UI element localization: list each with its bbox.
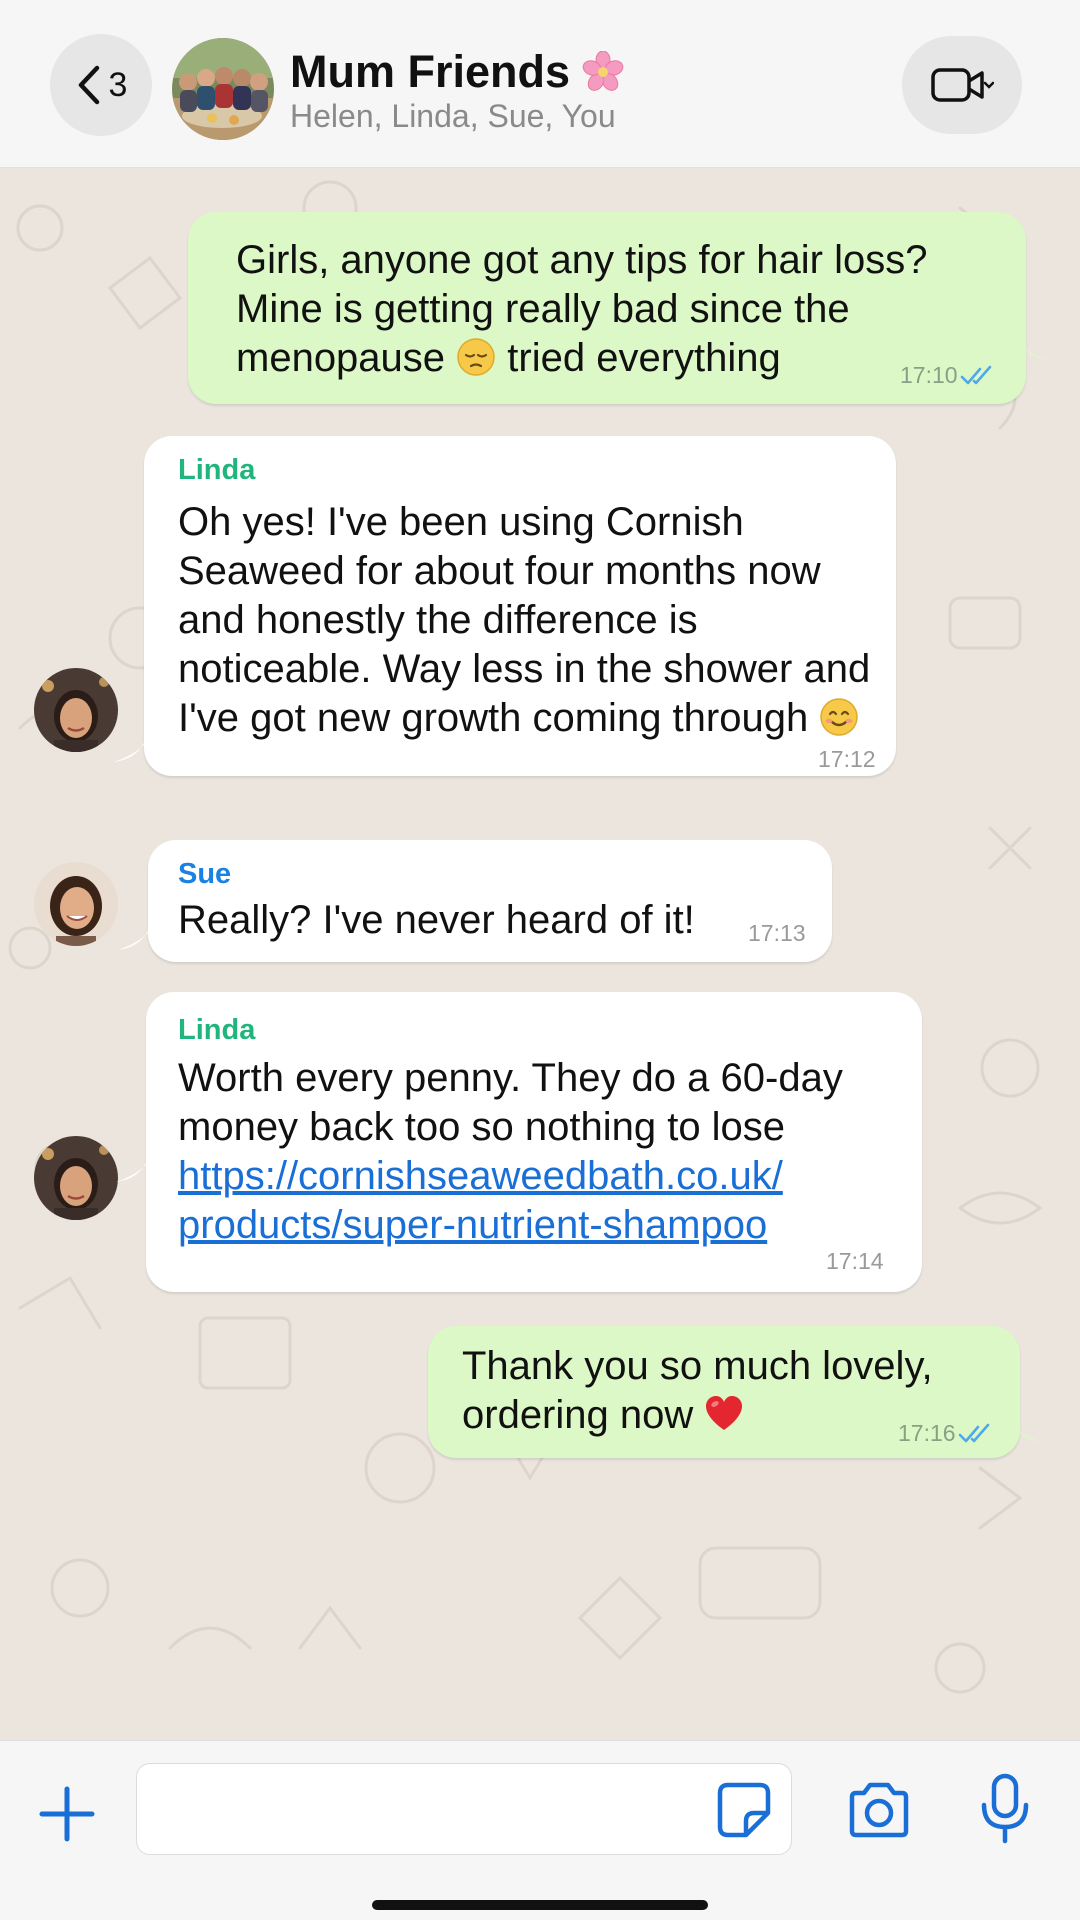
sender-name: Sue <box>178 858 232 890</box>
red-heart-emoji <box>706 1396 743 1430</box>
message-time: 17:16 <box>898 1420 956 1446</box>
avatar-linda[interactable] <box>34 1136 118 1220</box>
message-time: 17:12 <box>818 746 876 772</box>
message-time: 17:14 <box>826 1248 884 1274</box>
group-name[interactable]: Mum Friends <box>290 46 570 98</box>
message-text: Oh yes! I've been using Cornish Seaweed … <box>178 500 871 740</box>
pensive-face-emoji <box>457 338 495 376</box>
group-participants: Helen, Linda, Sue, You <box>290 98 616 134</box>
message-text: Worth every penny. They do a 60-day mone… <box>178 1056 843 1149</box>
double-check-icon <box>958 1423 989 1442</box>
chat-area[interactable]: Girls, anyone got any tips for hair loss… <box>0 168 1080 1740</box>
avatar-sue[interactable] <box>34 862 118 946</box>
product-link-continued[interactable]: products/super-nutrient-shampoo <box>178 1203 767 1247</box>
chat-header: 3 Mum Friends Helen, Linda, Sue, You <box>0 0 1080 168</box>
message-input-bar <box>0 1740 1080 1920</box>
group-avatar[interactable] <box>172 38 274 140</box>
unread-count: 3 <box>108 65 128 104</box>
double-check-icon <box>960 365 991 384</box>
message-text-continued: tried everything <box>507 336 781 380</box>
product-link[interactable]: https://cornishseaweedbath.co.uk/ <box>178 1154 783 1198</box>
smiling-face-emoji <box>820 698 859 736</box>
sticker-icon[interactable] <box>716 1781 772 1839</box>
home-indicator[interactable] <box>372 1900 708 1910</box>
cherry-blossom-emoji <box>582 51 624 91</box>
message-outgoing[interactable]: Girls, anyone got any tips for hair loss… <box>188 212 1048 404</box>
message-input[interactable] <box>136 1763 792 1855</box>
sender-name: Linda <box>178 454 256 486</box>
microphone-icon[interactable] <box>980 1773 1030 1845</box>
message-text: Really? I've never heard of it! <box>178 898 695 942</box>
plus-icon[interactable] <box>38 1785 96 1843</box>
back-button[interactable]: 3 <box>50 34 152 136</box>
message-outgoing[interactable]: Thank you so much lovely, ordering now 1… <box>428 1326 1042 1458</box>
message-incoming[interactable]: Sue Really? I've never heard of it! 17:1… <box>118 840 832 962</box>
message-time: 17:10 <box>900 362 958 388</box>
message-incoming[interactable]: Linda Oh yes! I've been using Cornish Se… <box>114 436 896 776</box>
video-call-button[interactable] <box>902 36 1022 134</box>
video-camera-icon <box>931 68 994 102</box>
sender-name: Linda <box>178 1014 256 1046</box>
camera-icon[interactable] <box>846 1781 912 1841</box>
message-text: Thank you so much lovely, ordering now <box>462 1344 933 1437</box>
chevron-left-icon <box>78 65 99 105</box>
message-time: 17:13 <box>748 920 806 946</box>
avatar-linda[interactable] <box>34 668 118 752</box>
message-incoming[interactable]: Linda Worth every penny. They do a 60-da… <box>116 992 922 1292</box>
